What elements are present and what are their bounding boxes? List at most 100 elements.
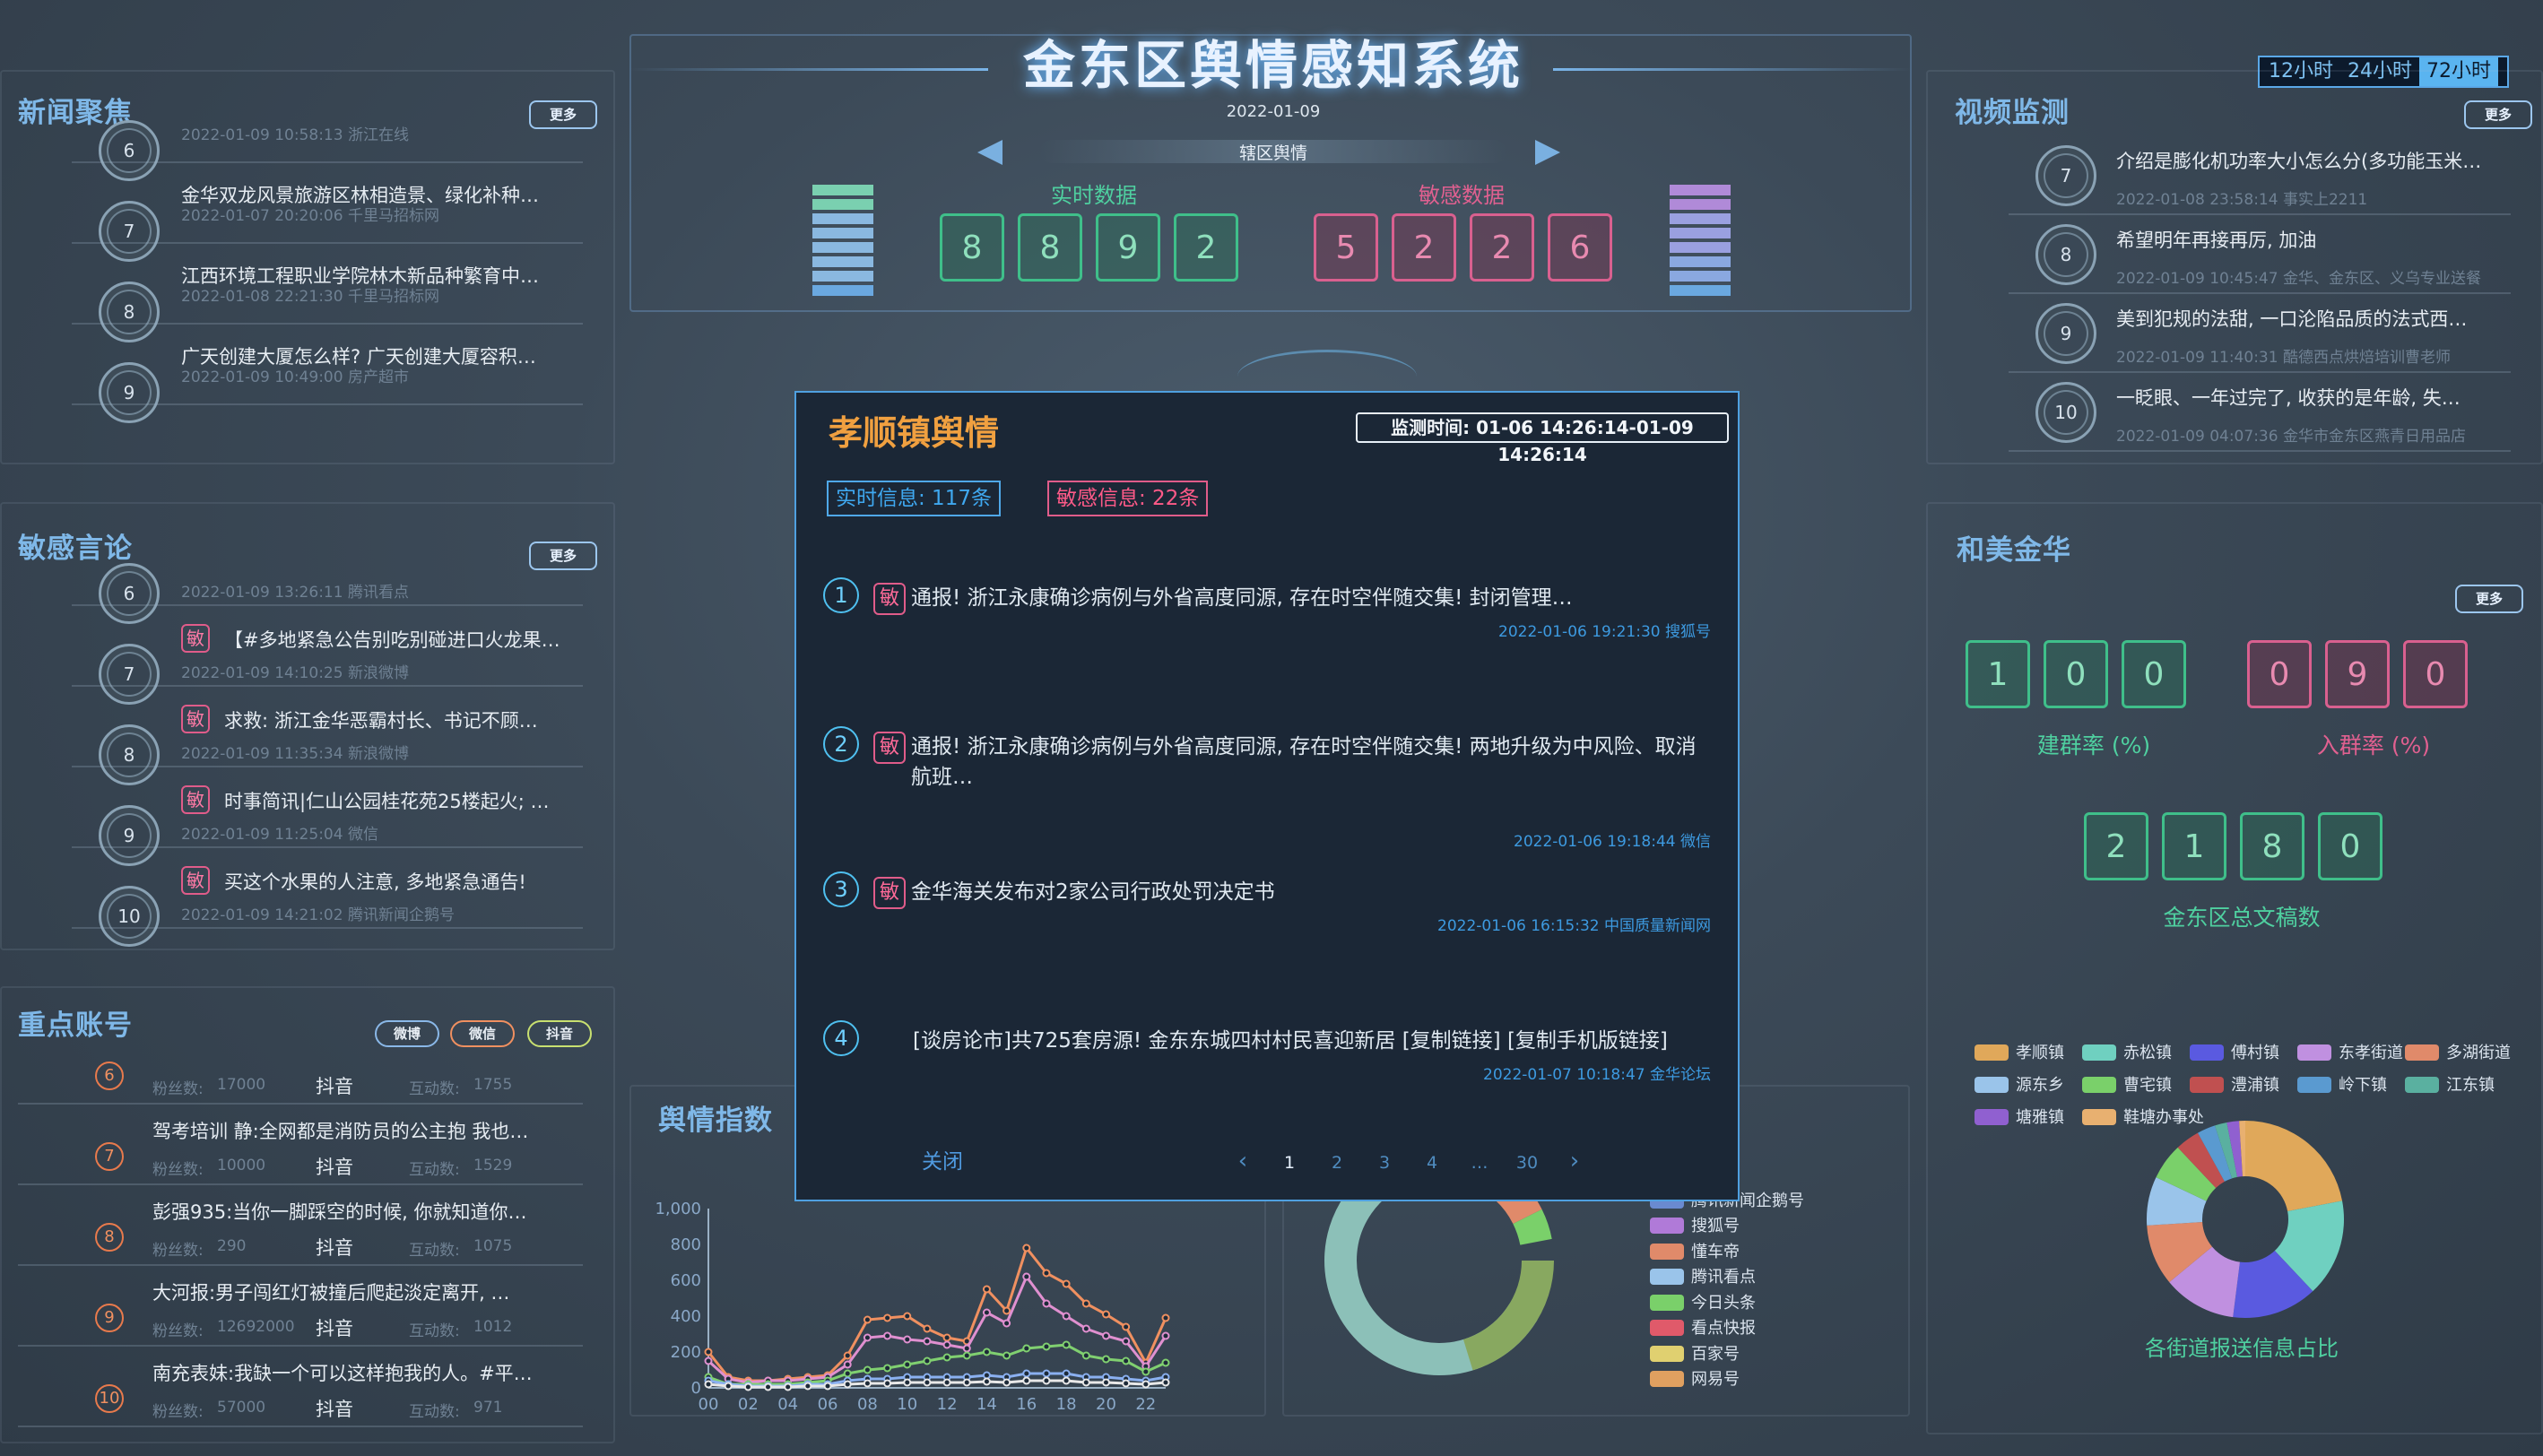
realtime-digit: 8 <box>940 213 1004 282</box>
modal-item-title[interactable]: 通报! 浙江永康确诊病例与外省高度同源, 存在时空伴随交集! 封闭管理… <box>911 583 1700 613</box>
data-point <box>823 1382 832 1391</box>
legend-label: 腾讯看点 <box>1691 1268 1756 1287</box>
x-tick-label: 06 <box>818 1395 838 1414</box>
account-item-title[interactable]: 大河报:男子闯红灯被撞后爬起淡定离开, … <box>152 1278 509 1305</box>
sensitive-digit: 5 <box>1314 213 1378 282</box>
data-point <box>1161 1313 1170 1322</box>
sensitive-item-meta: 2022-01-09 14:10:25 新浪微博 <box>181 664 409 682</box>
group-rate-digit: 0 <box>2044 640 2108 708</box>
page-button[interactable]: 1 <box>1272 1153 1307 1173</box>
source-legend-item: 看点快报 <box>1650 1315 1756 1339</box>
data-point <box>1062 1369 1071 1378</box>
data-point <box>982 1377 991 1386</box>
video-more-button[interactable]: 更多 <box>2464 100 2532 129</box>
modal-item-title[interactable]: 金华海关发布对2家公司行政处罚决定书 <box>911 877 1700 907</box>
prev-arrow-icon[interactable] <box>977 140 1002 165</box>
sensitive-tag: 敏 <box>873 877 906 909</box>
tab-douyin[interactable]: 抖音 <box>527 1020 592 1047</box>
modal-item-title[interactable]: [谈房论市]共725套房源! 金东东城四村村民喜迎新居 [复制链接] [复制手机… <box>913 1026 1702 1056</box>
pie-slice <box>2245 1121 2343 1212</box>
legend-label: 孝顺镇 <box>2016 1044 2064 1062</box>
sensitive-more-button[interactable]: 更多 <box>529 542 597 570</box>
street-legend-item: 源东乡 <box>1975 1072 2064 1096</box>
page-button[interactable]: 30 <box>1509 1153 1545 1173</box>
fans-count: 290 <box>217 1237 247 1255</box>
platform: 抖音 <box>316 1318 353 1339</box>
group-rate-digit: 1 <box>1966 640 2030 708</box>
page-button[interactable]: 3 <box>1367 1153 1402 1173</box>
sensitive-item-title[interactable]: 求救: 浙江金华恶霸村长、书记不顾… <box>224 706 538 733</box>
data-point <box>903 1378 912 1387</box>
sensitive-badge: 敏感信息: 22条 <box>1047 481 1209 516</box>
page-button[interactable]: 2 <box>1319 1153 1355 1173</box>
data-point <box>1141 1367 1150 1376</box>
sensitive-tag: 敏 <box>181 705 210 733</box>
realtime-label: 实时数据 <box>1051 183 1137 208</box>
data-point <box>923 1324 932 1333</box>
street-legend-item: 赤松镇 <box>2082 1040 2172 1063</box>
legend-label: 澧浦镇 <box>2231 1076 2279 1095</box>
clock-icon: 7 <box>99 644 160 705</box>
data-point <box>1042 1299 1051 1308</box>
next-page-button[interactable]: › <box>1557 1148 1593 1174</box>
fans-label: 粉丝数: <box>152 1403 204 1421</box>
page-button[interactable]: … <box>1462 1153 1497 1173</box>
data-point <box>1081 1351 1090 1360</box>
level-bar <box>1670 285 1731 296</box>
harmony-more-button[interactable]: 更多 <box>2455 585 2523 613</box>
index-title: 舆情指数 <box>658 1105 773 1137</box>
modal-item-meta: 2022-01-06 19:18:44 微信 <box>1514 833 1711 851</box>
data-point <box>1042 1369 1051 1378</box>
legend-swatch <box>2082 1044 2116 1061</box>
data-point <box>1022 1376 1031 1385</box>
fans-count: 10000 <box>217 1157 266 1174</box>
tab-weibo[interactable]: 微博 <box>375 1020 439 1047</box>
data-point <box>1101 1355 1110 1364</box>
sensitive-item-title[interactable]: 买这个水果的人注意, 多地紧急通告! <box>224 868 526 895</box>
divider <box>72 766 583 767</box>
clock-icon: 8 <box>99 282 160 342</box>
video-item-title[interactable]: 一眨眼、一年过完了, 收获的是年龄, 失… <box>2116 384 2461 411</box>
modal-item-title[interactable]: 通报! 浙江永康确诊病例与外省高度同源, 存在时空伴随交集! 两地升级为中风险、… <box>911 732 1700 793</box>
join-rate-label: 入群率 (%) <box>2316 732 2431 758</box>
data-point <box>1161 1358 1170 1367</box>
join-rate-digit: 0 <box>2247 640 2312 708</box>
video-title: 视频监测 <box>1955 97 2070 129</box>
page-button[interactable]: 4 <box>1414 1153 1450 1173</box>
legend-swatch <box>2297 1077 2331 1093</box>
next-arrow-icon[interactable] <box>1535 140 1560 165</box>
account-item-title[interactable]: 驾考培训 静:全网都是消防员的公主抱 我也… <box>152 1117 528 1144</box>
data-point <box>743 1382 752 1391</box>
monitor-time: 监测时间: 01-06 14:26:14-01-09 14:26:14 <box>1356 412 1729 465</box>
video-item-title[interactable]: 美到犯规的法甜, 一口沦陷品质的法式西… <box>2116 305 2467 332</box>
platform: 抖音 <box>316 1237 353 1259</box>
sensitive-item-meta: 2022-01-09 11:25:04 微信 <box>181 826 378 844</box>
account-item-title[interactable]: 南充表妹:我缺一个可以这样抱我的人。#平… <box>152 1359 533 1386</box>
page-title: 金东区舆情感知系统 <box>1022 35 1523 96</box>
legend-swatch <box>1650 1294 1684 1311</box>
data-point <box>1122 1356 1131 1365</box>
video-item-title[interactable]: 介绍是膨化机功率大小怎么分(多功能玉米… <box>2116 147 2481 174</box>
item-number: 1 <box>823 577 859 613</box>
level-bar <box>812 285 873 296</box>
street-legend-item: 岭下镇 <box>2297 1072 2387 1096</box>
index-chart: 02004006008001,00000 02 04 06 08 10 12 14 16 18 20… <box>655 1200 1170 1414</box>
tab-wechat[interactable]: 微信 <box>450 1020 515 1047</box>
legend-swatch <box>2297 1044 2331 1061</box>
clock-icon: 8 <box>99 724 160 785</box>
close-button[interactable]: 关闭 <box>922 1144 963 1174</box>
legend-swatch <box>2190 1044 2224 1061</box>
sensitive-item-title[interactable]: 【#多地紧急公告别吃别碰进口火龙果… <box>224 626 560 653</box>
level-bar <box>812 242 873 253</box>
prev-page-button[interactable]: ‹ <box>1225 1148 1261 1174</box>
news-more-button[interactable]: 更多 <box>529 100 597 129</box>
data-point <box>883 1379 892 1388</box>
sensitive-tag: 敏 <box>181 624 210 653</box>
legend-label: 塘雅镇 <box>2016 1108 2064 1127</box>
data-point <box>803 1382 812 1391</box>
legend-swatch <box>1650 1371 1684 1387</box>
video-item-title[interactable]: 希望明年再接再厉, 加油 <box>2116 226 2316 253</box>
sensitive-item-title[interactable]: 时事简讯|仁山公园桂花苑25楼起火; … <box>224 787 550 814</box>
fans-count: 57000 <box>217 1399 266 1417</box>
account-item-title[interactable]: 彭强935:当你一脚踩空的时候, 你就知道你… <box>152 1198 527 1225</box>
